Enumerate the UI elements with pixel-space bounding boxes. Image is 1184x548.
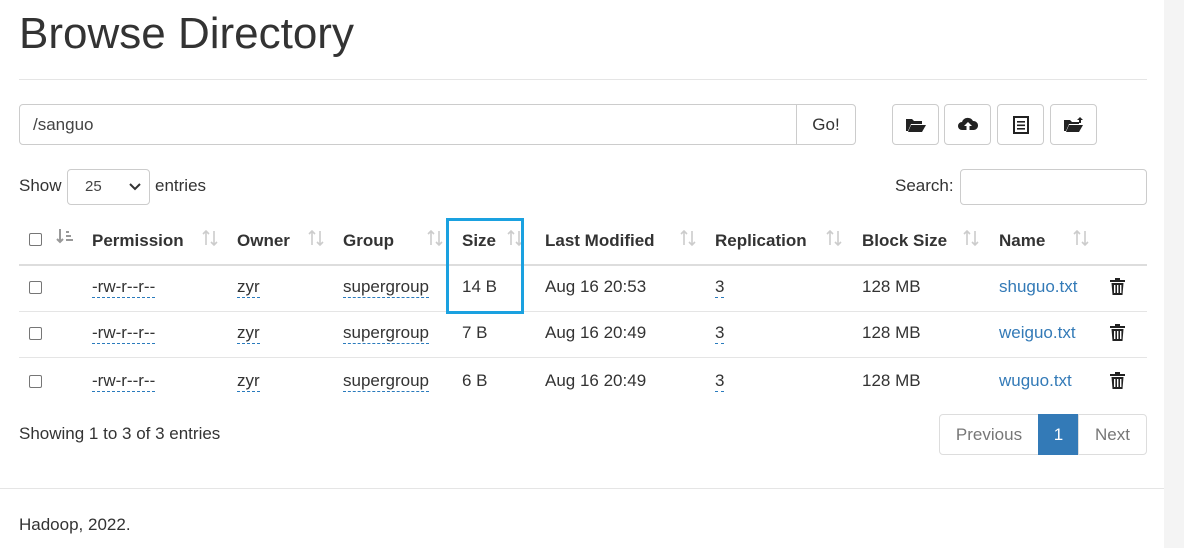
delete-trash-icon[interactable] (1110, 324, 1125, 341)
folder-upload-icon (1063, 116, 1083, 132)
search-input[interactable] (960, 169, 1147, 205)
row-divider (19, 357, 1147, 358)
title-divider (19, 79, 1147, 80)
select-all-checkbox[interactable] (29, 233, 42, 246)
move-folder-button[interactable] (1050, 104, 1097, 145)
header-permission[interactable]: Permission (92, 231, 184, 251)
entries-per-page-value: 25 (85, 178, 102, 195)
next-page-button[interactable]: Next (1078, 414, 1147, 455)
delete-trash-icon[interactable] (1110, 372, 1125, 389)
sort-icon[interactable] (308, 229, 324, 247)
file-name-link[interactable]: weiguo.txt (999, 323, 1076, 343)
search-label: Search: (895, 176, 954, 195)
file-name-link[interactable]: wuguo.txt (999, 371, 1072, 391)
list-icon (1012, 115, 1029, 134)
file-name-link[interactable]: shuguo.txt (999, 277, 1077, 297)
sort-inode-icon[interactable] (56, 228, 74, 246)
block-size-cell: 128 MB (862, 323, 921, 342)
sort-icon[interactable] (963, 229, 979, 247)
group-cell[interactable]: supergroup (343, 371, 430, 392)
footer-divider (0, 488, 1164, 489)
permission-cell[interactable]: -rw-r--r-- (92, 371, 156, 392)
upload-file-button[interactable] (944, 104, 991, 145)
size-cell: 7 B (462, 323, 488, 342)
header-replication[interactable]: Replication (715, 231, 807, 251)
cloud-upload-icon (957, 117, 978, 132)
previous-page-button[interactable]: Previous (939, 414, 1039, 455)
row-divider (19, 311, 1147, 312)
header-last-modified[interactable]: Last Modified (545, 231, 655, 251)
replication-cell[interactable]: 3 (715, 277, 725, 298)
replication-cell[interactable]: 3 (715, 371, 725, 392)
header-group[interactable]: Group (343, 231, 394, 251)
group-cell[interactable]: supergroup (343, 277, 430, 298)
sort-icon[interactable] (680, 229, 696, 247)
entries-label: entries (155, 176, 207, 195)
sort-icon[interactable] (202, 229, 218, 247)
permission-cell[interactable]: -rw-r--r-- (92, 277, 156, 298)
entries-per-page-select[interactable]: 25 (67, 169, 150, 205)
show-label: Show (19, 176, 62, 195)
chevron-down-icon (129, 183, 141, 191)
header-name[interactable]: Name (999, 231, 1045, 251)
last-modified-cell: Aug 16 20:53 (545, 277, 647, 296)
go-button[interactable]: Go! (796, 104, 856, 145)
owner-cell[interactable]: zyr (237, 323, 260, 344)
browse-folder-button[interactable] (892, 104, 939, 145)
size-cell: 6 B (462, 371, 488, 390)
delete-trash-icon[interactable] (1110, 278, 1125, 295)
list-details-button[interactable] (997, 104, 1044, 145)
header-divider (19, 264, 1147, 266)
folder-open-icon (905, 118, 926, 132)
page-1-button[interactable]: 1 (1038, 414, 1079, 455)
permission-cell[interactable]: -rw-r--r-- (92, 323, 156, 344)
block-size-cell: 128 MB (862, 277, 921, 296)
page-title: Browse Directory (19, 9, 354, 58)
sort-icon[interactable] (1073, 229, 1089, 247)
replication-cell[interactable]: 3 (715, 323, 725, 344)
owner-cell[interactable]: zyr (237, 371, 260, 392)
size-column-highlight (446, 218, 524, 314)
sort-icon[interactable] (826, 229, 842, 247)
row-checkbox[interactable] (29, 327, 42, 340)
block-size-cell: 128 MB (862, 371, 921, 390)
last-modified-cell: Aug 16 20:49 (545, 371, 647, 390)
directory-path-input[interactable] (19, 104, 797, 145)
last-modified-cell: Aug 16 20:49 (545, 323, 647, 342)
owner-cell[interactable]: zyr (237, 277, 260, 298)
header-block-size[interactable]: Block Size (862, 231, 947, 251)
row-checkbox[interactable] (29, 375, 42, 388)
footer-text: Hadoop, 2022. (19, 515, 131, 534)
row-checkbox[interactable] (29, 281, 42, 294)
entries-summary: Showing 1 to 3 of 3 entries (19, 424, 221, 443)
sort-icon[interactable] (427, 229, 443, 247)
right-edge-strip (1164, 0, 1184, 548)
group-cell[interactable]: supergroup (343, 323, 430, 344)
header-owner[interactable]: Owner (237, 231, 290, 251)
